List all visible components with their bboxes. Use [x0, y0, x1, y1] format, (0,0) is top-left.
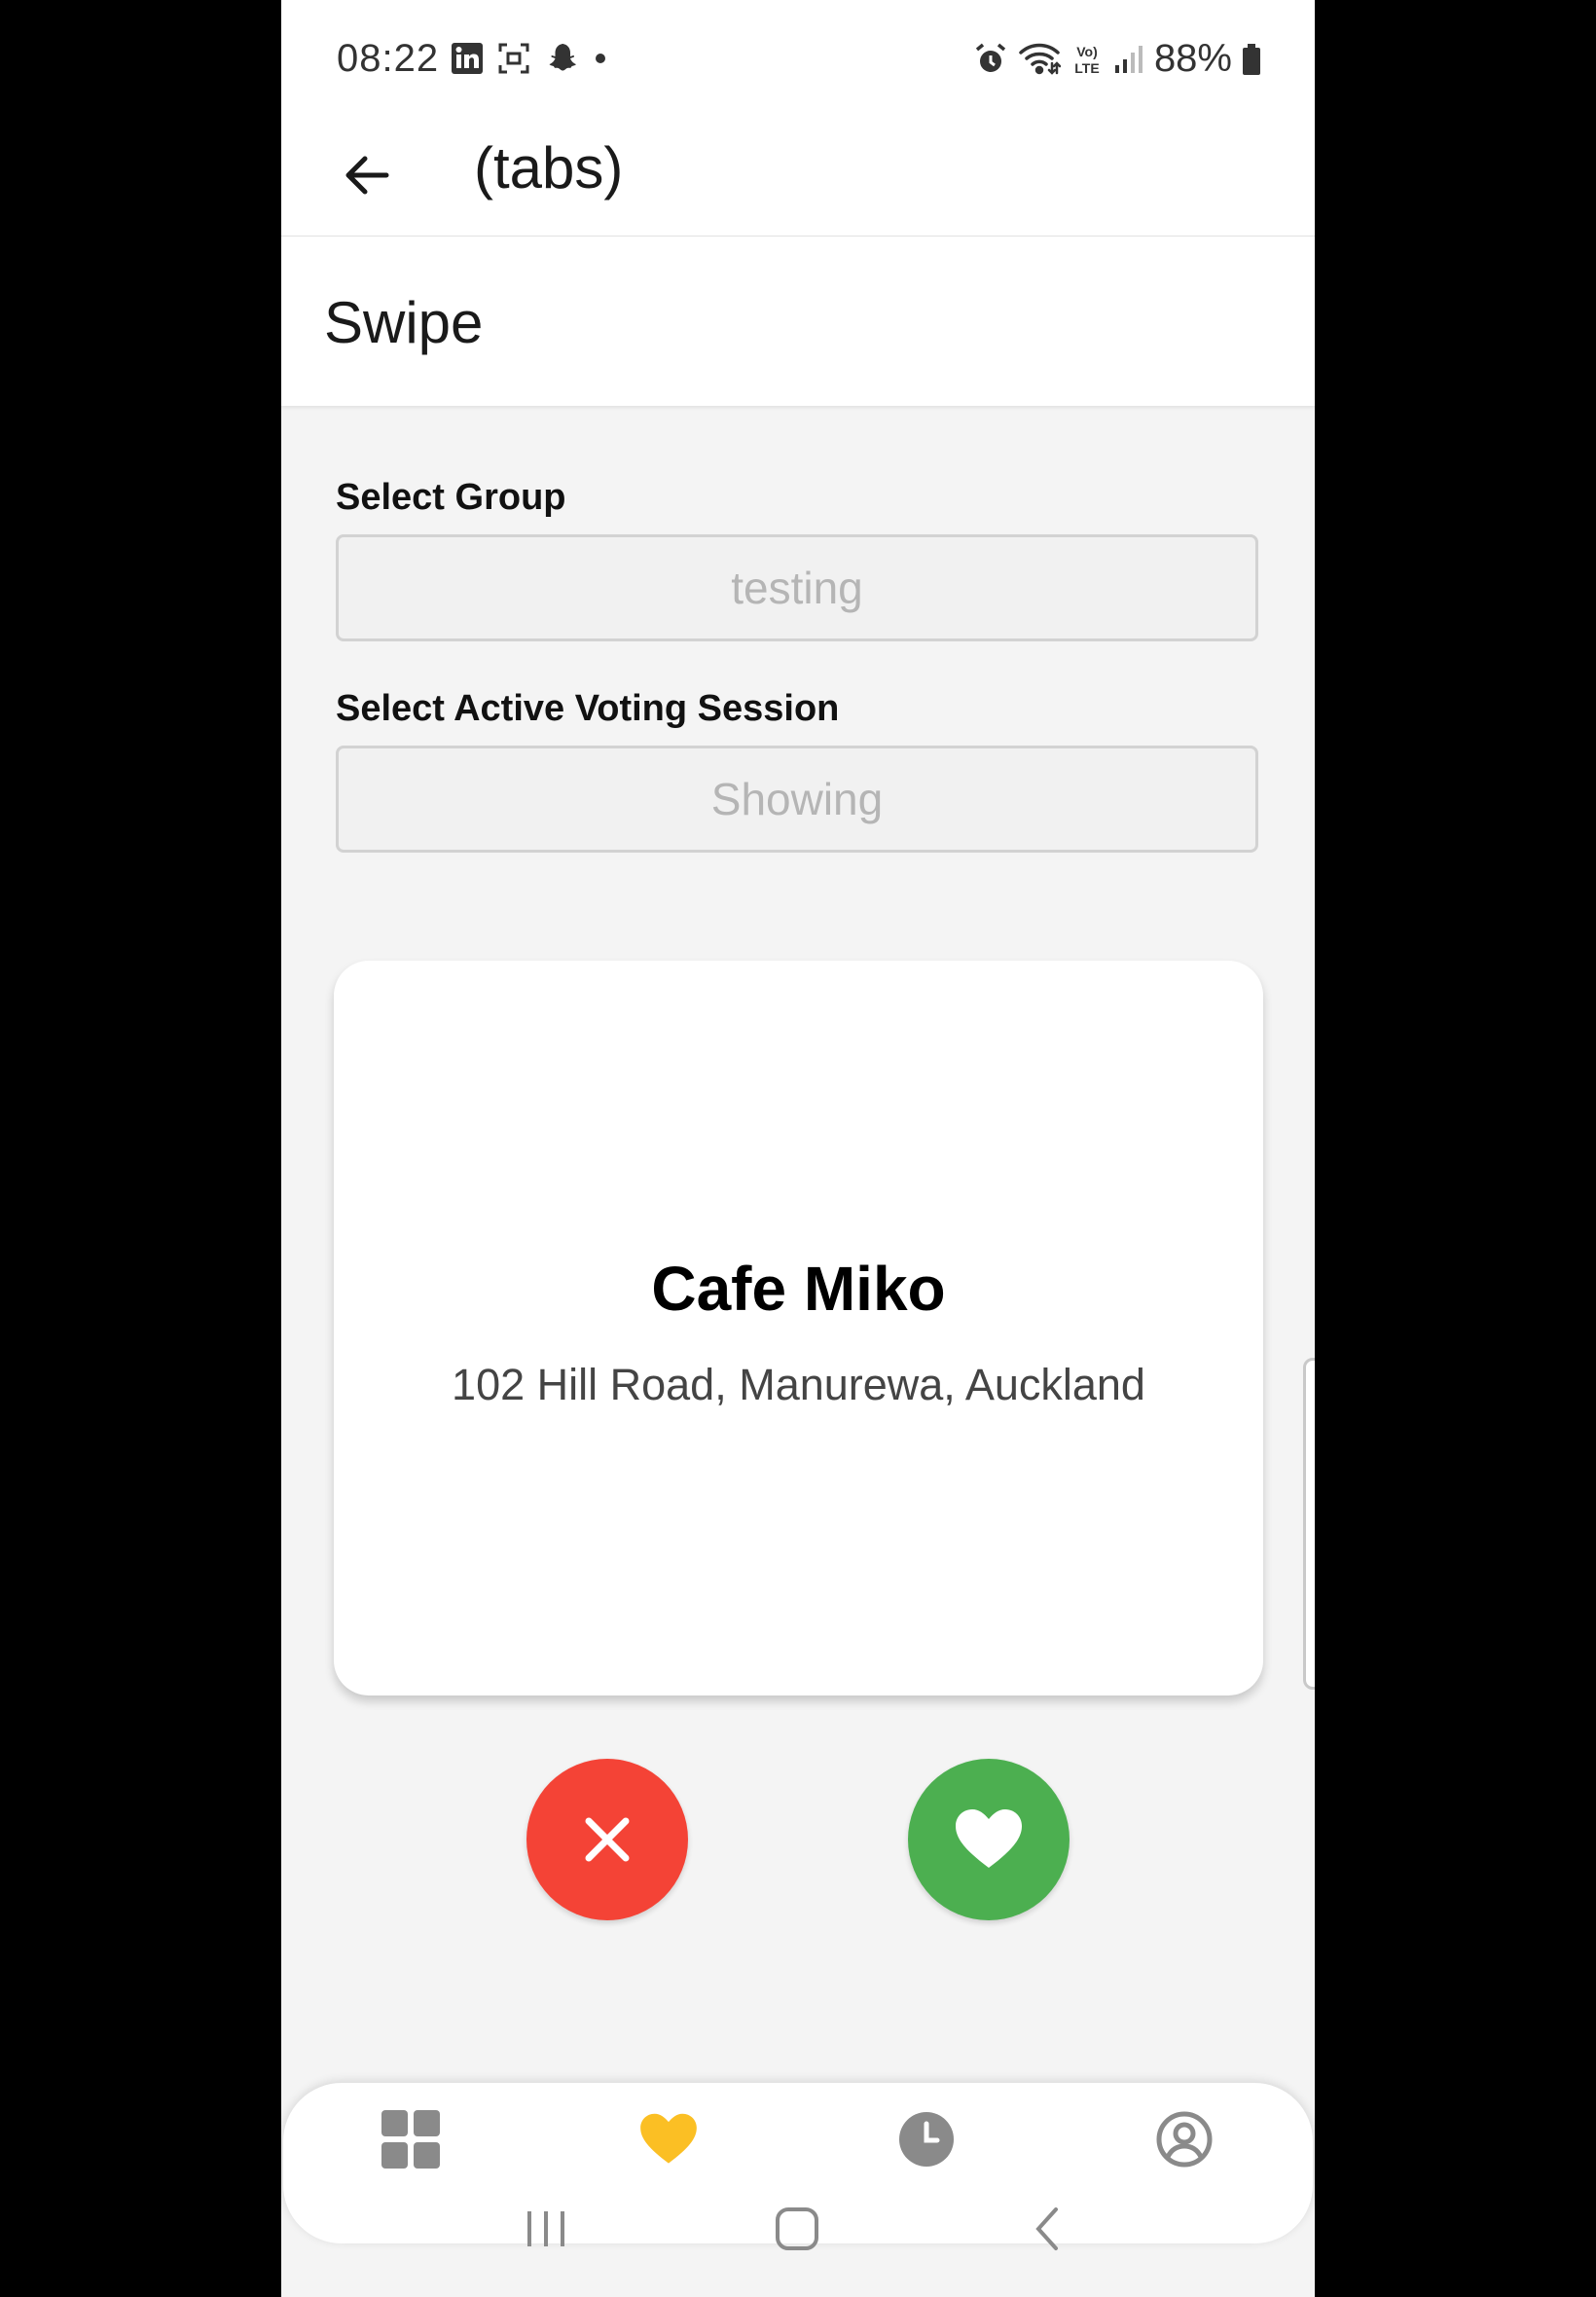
battery-percent: 88% [1153, 37, 1232, 80]
dot-icon [593, 51, 608, 66]
group-select[interactable]: testing [336, 534, 1258, 641]
group-select-value: testing [731, 563, 863, 613]
session-select-label: Select Active Voting Session [336, 688, 840, 729]
battery-icon [1242, 43, 1261, 76]
app-header: (tabs) [281, 115, 1315, 237]
system-back-button[interactable] [1009, 2190, 1087, 2268]
page-title: Swipe [324, 290, 484, 355]
arrow-left-icon [340, 148, 394, 202]
tab-history[interactable] [878, 2100, 975, 2178]
status-bar: 08:22 Vo) LTE 88% [281, 0, 1315, 115]
home-button[interactable] [758, 2190, 836, 2268]
svg-text:Vo): Vo) [1076, 44, 1098, 59]
tab-swipe[interactable] [620, 2100, 717, 2178]
home-icon [774, 2206, 820, 2252]
status-left-icons [451, 41, 608, 76]
tab-dashboard[interactable] [362, 2100, 459, 2178]
close-icon [581, 1813, 634, 1866]
recents-button[interactable] [507, 2190, 585, 2268]
screenshot-icon [497, 42, 530, 75]
status-time: 08:22 [337, 37, 440, 80]
recents-icon [522, 2207, 570, 2250]
next-card-edge [1303, 1358, 1315, 1690]
signal-icon [1113, 44, 1144, 75]
like-button[interactable] [908, 1759, 1070, 1920]
svg-text:LTE: LTE [1074, 60, 1099, 76]
clock-icon [897, 2110, 956, 2169]
snapchat-icon [544, 41, 579, 76]
profile-icon [1155, 2110, 1214, 2169]
grid-icon [380, 2108, 442, 2170]
back-button[interactable] [328, 136, 406, 214]
restaurant-name: Cafe Miko [651, 1254, 946, 1324]
dislike-button[interactable] [526, 1759, 688, 1920]
alarm-icon [973, 42, 1008, 77]
session-select[interactable]: Showing [336, 746, 1258, 853]
heart-icon [638, 2112, 699, 2167]
restaurant-address: 102 Hill Road, Manurewa, Auckland [452, 1360, 1145, 1409]
wifi-icon [1018, 42, 1061, 77]
heart-icon [954, 1807, 1024, 1872]
header-title: (tabs) [474, 135, 624, 201]
restaurant-card[interactable]: Cafe Miko 102 Hill Road, Manurewa, Auckl… [334, 961, 1263, 1695]
linkedin-icon [451, 42, 484, 75]
page-header: Swipe [281, 237, 1315, 406]
system-nav-bar [281, 2190, 1315, 2268]
group-select-label: Select Group [336, 477, 566, 518]
volte-icon: Vo) LTE [1070, 42, 1104, 77]
back-icon [1029, 2206, 1068, 2252]
session-select-value: Showing [710, 774, 884, 824]
status-right-icons: Vo) LTE 88% [973, 37, 1261, 81]
phone-screen: 08:22 Vo) LTE 88% (tabs) Swipe Select Gr… [281, 0, 1315, 2297]
tab-profile[interactable] [1136, 2100, 1233, 2178]
